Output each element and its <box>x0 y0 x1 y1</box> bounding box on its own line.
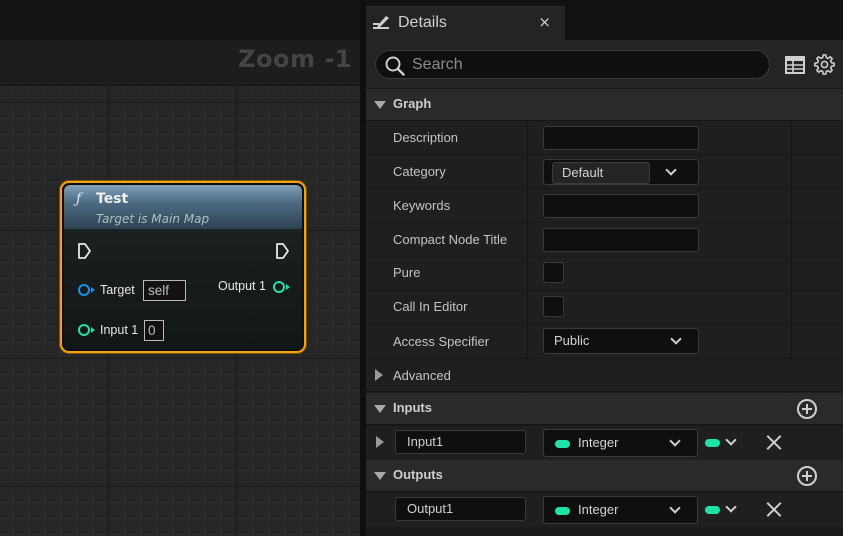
output-pin-arrow <box>286 284 290 290</box>
input-pin-label: Input 1 <box>100 323 139 337</box>
pure-checkbox[interactable] <box>543 262 564 283</box>
tab-title: Details <box>398 14 447 31</box>
description-label: Description <box>393 130 459 145</box>
column-divider <box>791 121 792 393</box>
section-inputs-title: Inputs <box>393 400 432 415</box>
output-param-row: Output1 Integer <box>366 493 843 527</box>
chevron-down-icon[interactable] <box>725 501 737 513</box>
target-pin-icon[interactable] <box>78 284 90 296</box>
property-description: Description <box>366 121 843 155</box>
input-type-combo[interactable]: Integer <box>543 429 698 457</box>
expand-arrow-icon <box>374 405 386 413</box>
chevron-down-icon <box>670 333 682 345</box>
section-graph[interactable]: Graph <box>366 89 843 121</box>
call-in-editor-checkbox[interactable] <box>543 296 564 317</box>
add-output-icon[interactable] <box>797 466 817 486</box>
expand-arrow-icon[interactable] <box>376 436 384 448</box>
integer-type-icon <box>555 507 570 515</box>
node-body: Target self Output 1 Input 1 0 <box>64 229 302 349</box>
input-value-field[interactable]: 0 <box>144 320 164 341</box>
search-input[interactable] <box>412 54 752 76</box>
zoom-label: Zoom -1 <box>238 45 352 73</box>
property-pure: Pure <box>366 257 843 291</box>
section-advanced[interactable]: Advanced <box>366 359 843 392</box>
expand-arrow-icon <box>375 369 383 381</box>
access-specifier-combo[interactable]: Public <box>543 328 699 354</box>
section-graph-title: Graph <box>393 96 432 111</box>
input-name-field[interactable]: Input1 <box>395 430 526 454</box>
property-access-specifier: Access Specifier Public <box>366 325 843 359</box>
node-subtitle: Target is Main Map <box>96 212 210 226</box>
target-value-field[interactable]: self <box>143 280 186 301</box>
close-icon[interactable]: × <box>538 13 551 31</box>
output-type-label: Integer <box>578 502 619 517</box>
input-type-label: Integer <box>578 435 619 450</box>
node-header[interactable]: ƒ Test Target is Main Map <box>64 185 302 229</box>
property-call-in-editor: Call In Editor <box>366 291 843 325</box>
property-keywords: Keywords <box>366 189 843 223</box>
section-outputs-title: Outputs <box>393 467 443 482</box>
section-inputs[interactable]: Inputs <box>366 393 843 425</box>
keywords-field[interactable] <box>543 194 699 218</box>
column-divider[interactable] <box>527 121 528 393</box>
category-combo[interactable]: Default <box>543 159 699 185</box>
call-in-editor-label: Call In Editor <box>393 299 468 314</box>
exec-input-pin-icon[interactable] <box>77 243 91 259</box>
function-node[interactable]: ƒ Test Target is Main Map Target self Ou… <box>60 181 306 353</box>
gear-icon[interactable] <box>814 54 835 75</box>
exec-output-pin-icon[interactable] <box>275 243 289 259</box>
chevron-down-icon <box>665 164 677 176</box>
search-row <box>366 40 843 88</box>
remove-input-icon[interactable] <box>766 435 781 450</box>
access-specifier-label: Access Specifier <box>393 334 490 349</box>
category-text-field[interactable]: Default <box>552 162 650 184</box>
tab-details[interactable]: Details × <box>366 6 565 40</box>
input-param-row: Input1 Integer <box>366 426 843 460</box>
expand-arrow-icon <box>374 472 386 480</box>
advanced-label: Advanced <box>393 368 451 383</box>
section-outputs[interactable]: Outputs <box>366 460 843 492</box>
chevron-down-icon[interactable] <box>725 434 737 446</box>
property-category: Category Default <box>366 155 843 189</box>
chevron-down-icon <box>669 502 681 514</box>
compact-node-title-label: Compact Node Title <box>393 232 508 247</box>
search-icon <box>385 56 405 76</box>
input-pin-arrow <box>91 327 95 333</box>
compact-node-title-field[interactable] <box>543 228 699 252</box>
chevron-down-icon <box>669 435 681 447</box>
keywords-label: Keywords <box>393 198 451 213</box>
integer-type-icon <box>555 440 570 448</box>
pure-label: Pure <box>393 265 421 280</box>
tab-bar: Details × <box>366 0 843 40</box>
details-pencil-icon <box>373 16 389 29</box>
input-pin-icon[interactable] <box>78 324 90 336</box>
target-pin-label: Target <box>100 283 135 297</box>
container-type-icon[interactable] <box>705 439 720 447</box>
add-input-icon[interactable] <box>797 399 817 419</box>
details-panel: Details × Graph Description <box>366 0 843 536</box>
category-label: Category <box>393 164 446 179</box>
node-title: Test <box>96 191 129 207</box>
access-specifier-value: Public <box>554 333 590 348</box>
target-pin-arrow <box>91 287 95 293</box>
function-icon: ƒ <box>76 191 82 207</box>
property-matrix-icon[interactable] <box>784 55 806 75</box>
graph-canvas[interactable]: Zoom -1 ƒ Test Target is Main Map Target… <box>0 0 362 536</box>
property-compact-node-title: Compact Node Title <box>366 223 843 257</box>
remove-output-icon[interactable] <box>766 502 781 517</box>
description-field[interactable] <box>543 126 699 150</box>
category-value: Default <box>562 165 604 180</box>
expand-arrow-icon <box>374 101 386 109</box>
container-type-icon[interactable] <box>705 506 720 514</box>
output-type-combo[interactable]: Integer <box>543 496 698 524</box>
output-pin-icon[interactable] <box>273 281 285 293</box>
output-pin-label: Output 1 <box>218 279 266 293</box>
output-name-field[interactable]: Output1 <box>395 497 526 521</box>
graph-top-strip <box>0 0 362 40</box>
search-box[interactable] <box>375 50 770 79</box>
